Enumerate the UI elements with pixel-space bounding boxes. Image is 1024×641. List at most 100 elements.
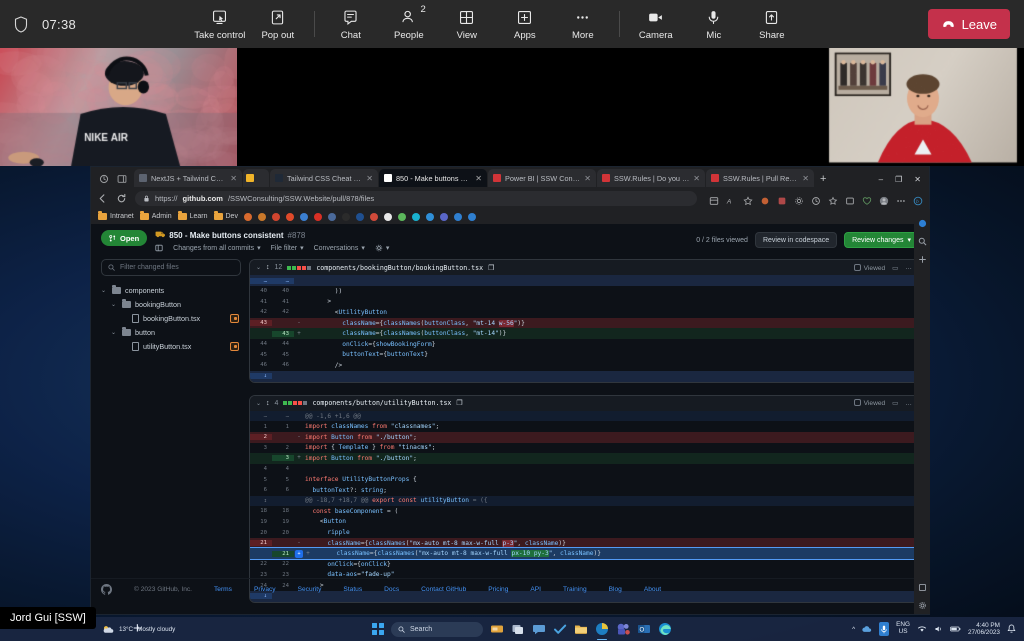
close-button[interactable]: ✕: [914, 175, 921, 184]
file-explorer-icon[interactable]: [574, 622, 588, 636]
viewed-checkbox[interactable]: Viewed: [854, 399, 886, 407]
diff-line-ctx[interactable]: 4545 buttonText={buttonText}: [250, 350, 918, 361]
more-settings-icon[interactable]: [896, 193, 906, 203]
diff-line-ctx[interactable]: 55interface UtilityButtonProps {: [250, 474, 918, 485]
bookmark-site-icon-5[interactable]: [314, 213, 322, 221]
chevron-down-icon[interactable]: ⌄: [111, 301, 118, 308]
footer-link-contact-github[interactable]: Contact GitHub: [421, 586, 466, 593]
browser-essentials-icon[interactable]: [862, 193, 872, 203]
conversations-dropdown[interactable]: Conversations ▾: [314, 244, 365, 252]
diff-line-expand[interactable]: ……: [250, 275, 918, 286]
browser-tab-4[interactable]: Power BI | SSW Consulting - Syd✕: [488, 169, 596, 187]
tray-expand-icon[interactable]: ^: [852, 626, 855, 633]
mic-tray-icon[interactable]: [879, 622, 889, 636]
footer-link-terms[interactable]: Terms: [214, 586, 232, 593]
shopping-icon[interactable]: [760, 193, 770, 203]
bookmark-site-icon-0[interactable]: [244, 213, 252, 221]
copy-path-icon[interactable]: ❐: [456, 399, 462, 407]
todo-check-icon[interactable]: [553, 622, 567, 636]
read-aloud-icon[interactable]: A: [726, 193, 736, 203]
history-icon[interactable]: [811, 193, 821, 203]
diff-line-ctx[interactable]: 4444 onClick={showBookingForm}: [250, 339, 918, 350]
tree-item-bookingbutton[interactable]: ⌄bookingButton: [101, 297, 241, 311]
view-button[interactable]: View: [438, 2, 496, 46]
new-tab-button[interactable]: +: [815, 173, 832, 187]
browser-tab-6[interactable]: SSW.Rules | Pull Request - Do yo✕: [706, 169, 814, 187]
diff-line-expand[interactable]: ↓: [250, 371, 918, 382]
bookmark-site-icon-6[interactable]: [328, 213, 336, 221]
pop-out-button[interactable]: Pop out: [249, 2, 307, 46]
settings-gear-icon[interactable]: [794, 193, 804, 203]
diff-line-add[interactable]: 21++ className={classNames("mx-auto mt-8…: [250, 548, 918, 559]
settings-rail-icon[interactable]: [918, 597, 927, 606]
footer-link-pricing[interactable]: Pricing: [488, 586, 508, 593]
minimize-button[interactable]: –: [879, 175, 883, 184]
share-button[interactable]: Share: [743, 2, 801, 46]
back-arrow-icon[interactable]: [97, 193, 108, 204]
chevron-down-icon[interactable]: ⌄: [111, 329, 118, 336]
split-screen-icon[interactable]: [117, 174, 127, 184]
diff-line-ctx[interactable]: 66 buttonText?: string;: [250, 485, 918, 496]
file-comment-icon[interactable]: ▭: [892, 264, 898, 272]
review-in-codespace-button[interactable]: Review in codespace: [755, 232, 837, 248]
file-more-icon[interactable]: …: [905, 400, 912, 407]
favorite-star-icon[interactable]: [743, 193, 753, 203]
chat-button[interactable]: Chat: [322, 2, 380, 46]
tree-item-components[interactable]: ⌄components: [101, 283, 241, 297]
footer-link-docs[interactable]: Docs: [384, 586, 399, 593]
diff-line-ctx[interactable]: 4646 />: [250, 360, 918, 371]
changes-from-all-commits-dropdown[interactable]: Changes from all commits ▾: [173, 244, 260, 252]
bookmark-site-icon-9[interactable]: [370, 213, 378, 221]
search-rail-icon[interactable]: [918, 233, 927, 242]
extensions-icon[interactable]: [777, 193, 787, 203]
people-button[interactable]: 2 People: [380, 2, 438, 46]
bookmark-site-icon-2[interactable]: [272, 213, 280, 221]
bookmark-site-icon-16[interactable]: [468, 213, 476, 221]
browser-tab-3[interactable]: 850 - Make buttons consistent✕: [379, 169, 487, 187]
add-tool-rail-icon[interactable]: [918, 251, 927, 260]
onedrive-icon[interactable]: [862, 625, 872, 633]
diff-line-ctx[interactable]: 4242 <UtilityButton: [250, 307, 918, 318]
wifi-icon[interactable]: [917, 625, 927, 633]
profile-avatar-icon[interactable]: [879, 193, 889, 203]
browser-tab-0[interactable]: NextJS + Tailwind CSS: Overview✕: [134, 169, 242, 187]
copy-rail-icon[interactable]: [918, 579, 927, 588]
teams-chat-icon[interactable]: [532, 622, 546, 636]
copy-path-icon[interactable]: ❐: [488, 264, 494, 272]
shared-screen-region[interactable]: NextJS + Tailwind CSS: Overview✕Tailwind…: [0, 166, 1024, 641]
tab-close-icon[interactable]: ✕: [693, 174, 700, 183]
maximize-button[interactable]: ❐: [895, 175, 902, 184]
bookmark-learn[interactable]: Learn: [178, 213, 208, 220]
diff-line-ctx[interactable]: 2020 ripple: [250, 527, 918, 538]
diff-line-add[interactable]: 43+ className={classNames(buttonClass, "…: [250, 328, 918, 339]
bookmark-dev[interactable]: Dev: [214, 213, 238, 220]
bookmark-site-icon-1[interactable]: [258, 213, 266, 221]
diff-line-ctx[interactable]: 44: [250, 464, 918, 475]
bookmark-site-icon-8[interactable]: [356, 213, 364, 221]
bookmark-site-icon-15[interactable]: [454, 213, 462, 221]
diff-line-hunk[interactable]: ……@@ -1,6 +1,6 @@: [250, 411, 918, 422]
tab-actions-icon[interactable]: [99, 174, 109, 184]
bookmark-site-icon-13[interactable]: [426, 213, 434, 221]
tree-item-bookingbutton-tsx[interactable]: bookingButton.tsx: [101, 311, 241, 325]
add-line-comment-button[interactable]: +: [295, 550, 303, 558]
file-filter-dropdown[interactable]: File filter ▾: [271, 244, 304, 252]
file-comment-indicator[interactable]: [230, 342, 239, 351]
filter-changed-files-input[interactable]: Filter changed files: [101, 259, 241, 276]
collections-panel-icon[interactable]: [845, 193, 855, 203]
tab-close-icon[interactable]: ✕: [366, 174, 373, 183]
edge-icon[interactable]: [658, 622, 672, 636]
bookmark-site-icon-11[interactable]: [398, 213, 406, 221]
unified-split-toggle[interactable]: [155, 244, 163, 252]
collections-icon[interactable]: [709, 193, 719, 203]
address-bar[interactable]: https://github.com/SSWConsulting/SSW.Web…: [135, 191, 697, 206]
file-comment-indicator[interactable]: [230, 314, 239, 323]
browser-tab-1[interactable]: [243, 169, 269, 187]
reload-icon[interactable]: [116, 193, 127, 204]
bookmark-site-icon-14[interactable]: [440, 213, 448, 221]
footer-link-training[interactable]: Training: [563, 586, 587, 593]
teams-icon[interactable]: [616, 622, 630, 636]
language-indicator[interactable]: ENG US: [896, 622, 910, 635]
bookmark-site-icon-7[interactable]: [342, 213, 350, 221]
diff-line-ctx[interactable]: 2222 onClick={onClick}: [250, 559, 918, 570]
